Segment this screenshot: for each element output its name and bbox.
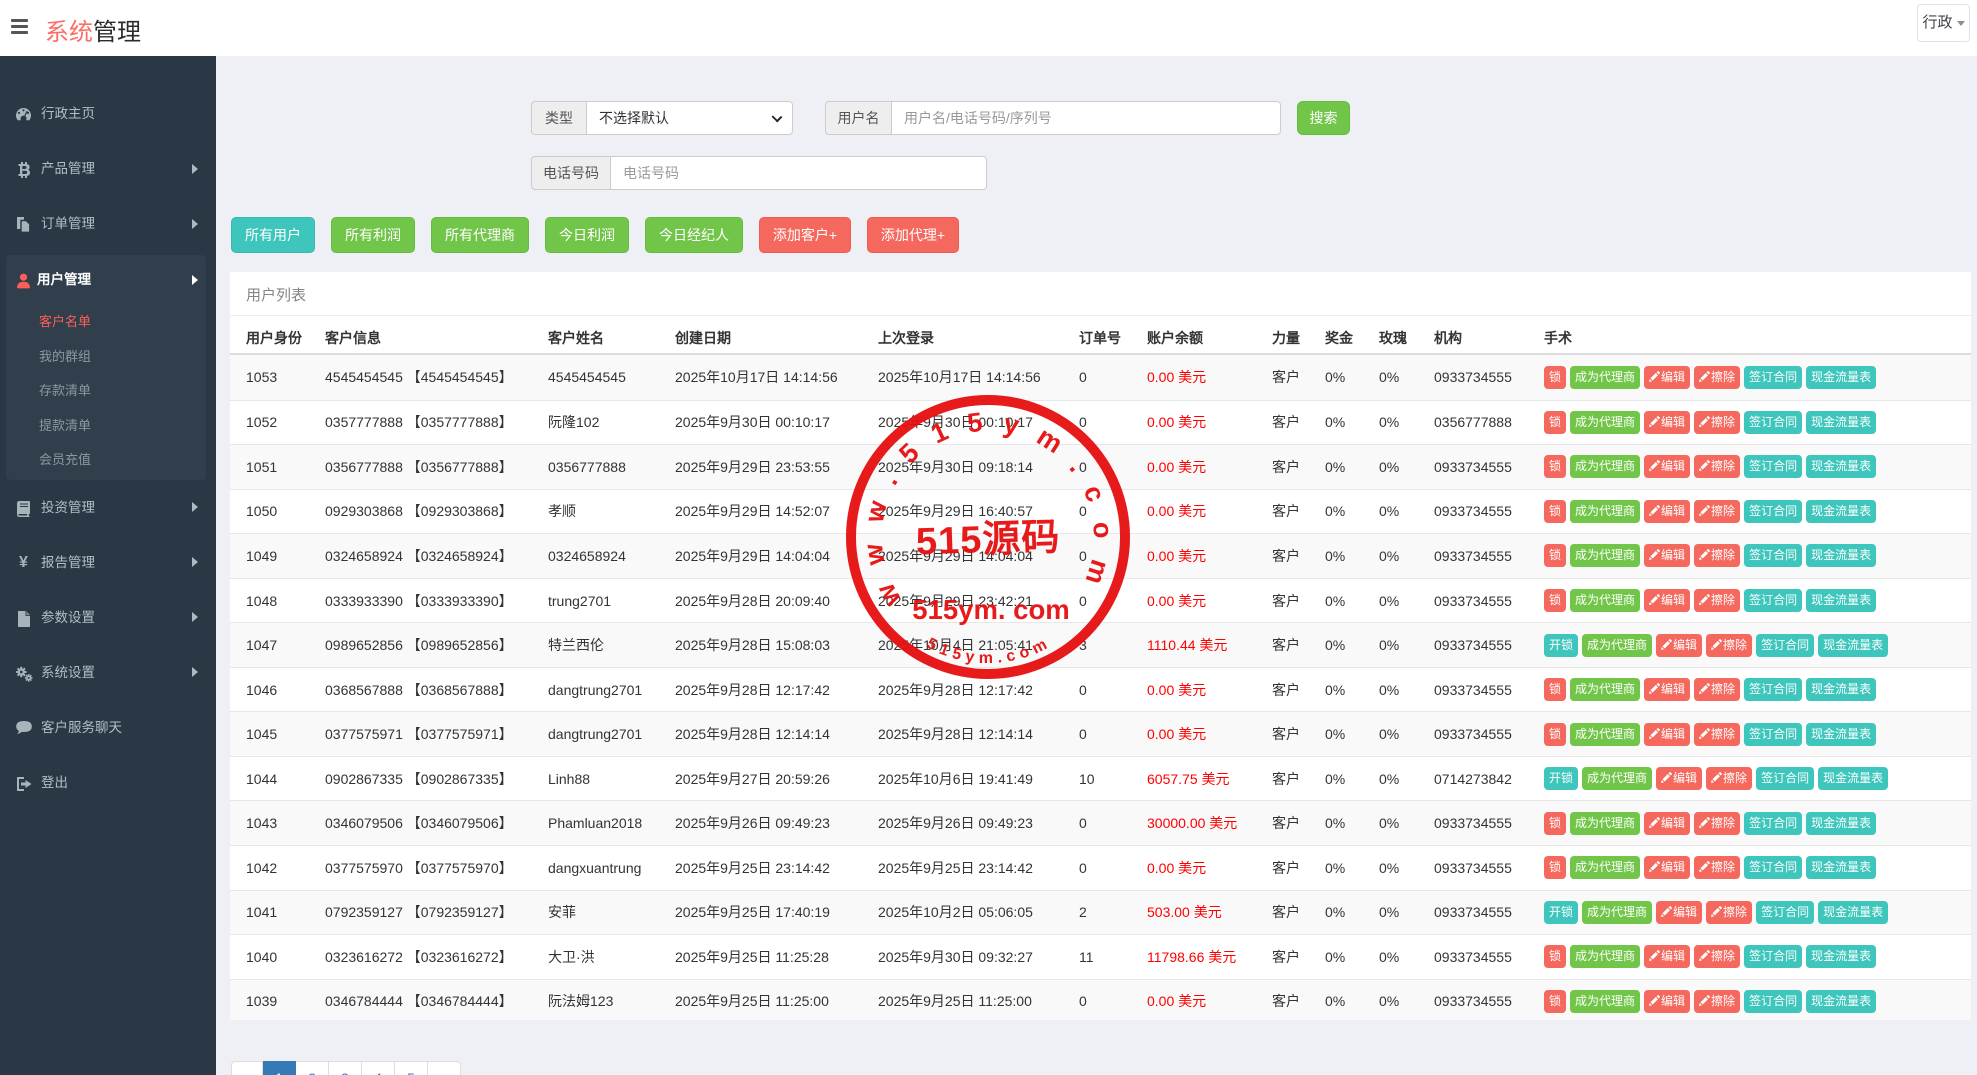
- svg-text:515源码: 515源码: [915, 516, 1061, 563]
- svg-text:515ym. com: 515ym. com: [912, 594, 1069, 625]
